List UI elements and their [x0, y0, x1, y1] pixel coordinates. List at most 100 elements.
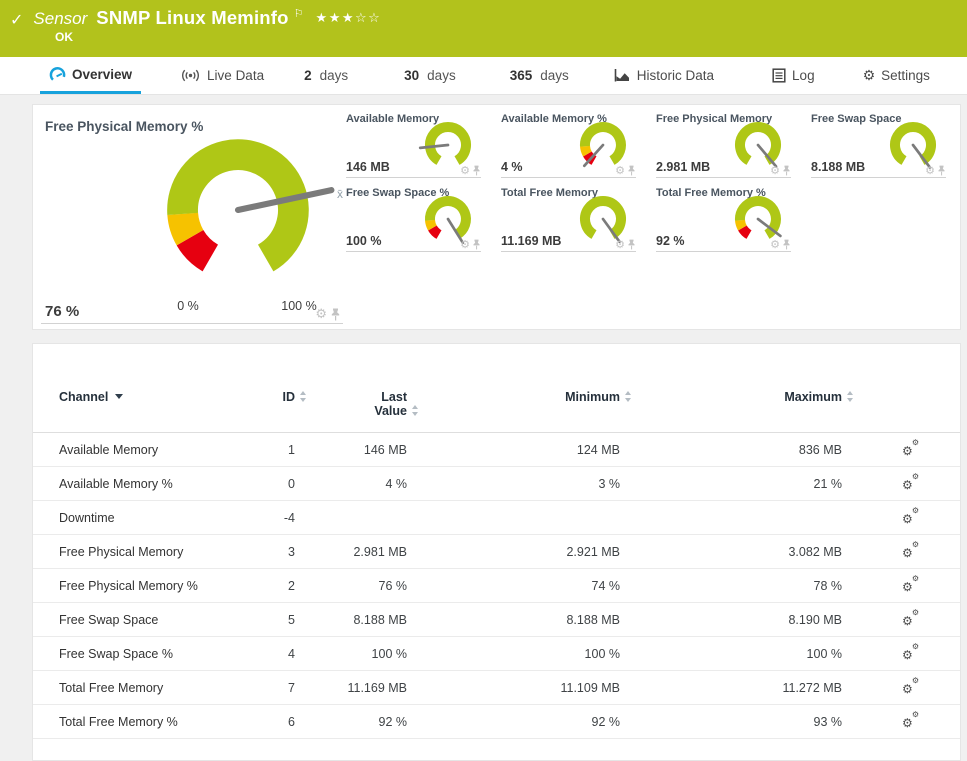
channel-name: Available Memory	[59, 442, 159, 457]
pin-icon[interactable]	[472, 165, 481, 176]
channel-settings-icon[interactable]: ⚙ ⚙	[902, 473, 920, 492]
gear-icon[interactable]: ⚙	[770, 239, 780, 250]
column-header-minimum[interactable]: Minimum	[407, 390, 631, 404]
channel-id: 3	[288, 544, 295, 559]
pin-icon[interactable]	[937, 165, 946, 176]
channel-id: 1	[288, 442, 295, 457]
gauge-scale-min: 0 %	[177, 299, 199, 313]
favorite-flag-icon[interactable]: ⚐	[294, 7, 304, 20]
minimum-value: 74 %	[591, 578, 621, 593]
pin-icon[interactable]	[627, 165, 636, 176]
channel-table-panel: Channel ID Last Value Minimum Maximum Av…	[32, 343, 961, 761]
overview-gauge-icon	[49, 66, 66, 81]
channel-settings-icon[interactable]: ⚙ ⚙	[902, 711, 920, 730]
gauge-value: 92 %	[656, 234, 685, 248]
tile-actions: ⚙	[460, 239, 481, 250]
small-gauge	[418, 120, 473, 170]
column-header-id[interactable]: ID	[237, 390, 306, 404]
sort-icon	[846, 391, 854, 402]
gauge-tile-free-physical-memory[interactable]: Free Physical Memory 2.981 MB ⚙	[656, 113, 791, 178]
main-gauge-value: 76 %	[45, 303, 80, 320]
sort-icon	[624, 391, 632, 402]
tab-settings[interactable]: ⚙ Settings	[854, 57, 939, 94]
channel-name: Free Physical Memory %	[59, 578, 198, 593]
tile-actions: ⚙	[315, 308, 341, 321]
tab-bar: Overview Live Data 2 days 30 days 365 da…	[0, 57, 967, 95]
pin-icon[interactable]	[627, 239, 636, 250]
gear-icon[interactable]: ⚙	[770, 165, 780, 176]
gauge-tile-available-memory-pct[interactable]: Available Memory % 4 % ⚙	[501, 113, 636, 178]
channel-name: Downtime	[59, 510, 115, 525]
tab-2-days[interactable]: 2 days	[295, 57, 357, 94]
channel-settings-icon[interactable]: ⚙ ⚙	[902, 439, 920, 458]
gear-icon[interactable]: ⚙	[925, 165, 935, 176]
column-label: Channel	[59, 390, 109, 404]
channel-settings-icon[interactable]: ⚙ ⚙	[902, 643, 920, 662]
gauge-value: 11.169 MB	[501, 234, 562, 248]
tab-overview[interactable]: Overview	[40, 57, 142, 94]
last-value: 11.169 MB	[347, 680, 407, 695]
pin-icon[interactable]	[472, 239, 481, 250]
small-gauge	[578, 194, 628, 244]
gauge-tile-free-swap-space-pct[interactable]: Free Swap Space % 100 % ⚙	[346, 187, 481, 252]
priority-stars[interactable]: ★★★☆☆	[316, 10, 382, 26]
sensor-header: ✓ Sensor SNMP Linux Meminfo ⚐ ★★★☆☆ OK	[0, 0, 967, 57]
channel-settings-icon[interactable]: ⚙ ⚙	[902, 575, 920, 594]
maximum-value: 8.190 MB	[788, 612, 842, 627]
gear-icon[interactable]: ⚙	[615, 165, 625, 176]
main-gauge-tile[interactable]: Free Physical Memory % x̄ 0 % 100 % 76 %…	[41, 111, 343, 324]
channel-settings-icon[interactable]: ⚙ ⚙	[902, 507, 920, 526]
tab-365-days[interactable]: 365 days	[501, 57, 578, 94]
maximum-value: 21 %	[813, 476, 843, 491]
gear-icon[interactable]: ⚙	[460, 165, 470, 176]
pin-icon[interactable]	[782, 165, 791, 176]
tab-30-days[interactable]: 30 days	[395, 57, 465, 94]
minimum-value: 11.109 MB	[560, 680, 620, 695]
sensor-name: SNMP Linux Meminfo	[96, 7, 289, 28]
small-gauge	[888, 120, 938, 170]
maximum-value: 11.272 MB	[782, 680, 842, 695]
tab-label: Log	[792, 68, 815, 83]
gear-icon[interactable]: ⚙	[460, 239, 470, 250]
gauge-tile-free-swap-space[interactable]: Free Swap Space 8.188 MB ⚙	[811, 113, 946, 178]
column-header-last-value[interactable]: Last Value	[295, 390, 418, 418]
channel-settings-icon[interactable]: ⚙ ⚙	[902, 609, 920, 628]
gauge-tile-available-memory[interactable]: Available Memory 146 MB ⚙	[346, 113, 481, 178]
channel-name: Total Free Memory %	[59, 714, 178, 729]
small-gauge	[578, 120, 628, 170]
column-header-channel[interactable]: Channel	[59, 390, 237, 404]
tab-label-number: 30	[404, 68, 420, 83]
tab-label: Overview	[72, 66, 133, 82]
gauge-value: 2.981 MB	[656, 160, 711, 174]
minimum-value: 124 MB	[576, 442, 620, 457]
gauge-tile-total-free-memory[interactable]: Total Free Memory 11.169 MB ⚙	[501, 187, 636, 252]
channel-id: 6	[288, 714, 295, 729]
last-value: 76 %	[378, 578, 408, 593]
stars-filled[interactable]: ★★★	[316, 10, 355, 25]
minimum-value: 92 %	[591, 714, 621, 729]
tab-log[interactable]: Log	[763, 57, 824, 94]
stars-empty[interactable]: ☆☆	[355, 10, 381, 25]
table-row: Downtime -4 ⚙ ⚙	[33, 501, 960, 535]
gauge-tile-total-free-memory-pct[interactable]: Total Free Memory % 92 % ⚙	[656, 187, 791, 252]
sort-icon	[411, 405, 419, 416]
column-label: Maximum	[784, 390, 842, 404]
column-label: Last Value	[374, 390, 407, 418]
gear-icon[interactable]: ⚙	[315, 308, 327, 321]
pin-icon[interactable]	[782, 239, 791, 250]
tab-live-data[interactable]: Live Data	[171, 57, 273, 94]
pin-icon[interactable]	[330, 308, 341, 321]
tab-label-number: 365	[509, 68, 533, 83]
gear-icon[interactable]: ⚙	[615, 239, 625, 250]
column-header-maximum[interactable]: Maximum	[620, 390, 853, 404]
maximum-value: 100 %	[806, 646, 842, 661]
channel-settings-icon[interactable]: ⚙ ⚙	[902, 677, 920, 696]
channel-id: 5	[288, 612, 295, 627]
channel-name: Free Physical Memory	[59, 544, 184, 559]
last-value: 4 %	[385, 476, 407, 491]
small-gauges-grid: Available Memory 146 MB ⚙ Available Memo…	[346, 113, 946, 252]
small-gauge	[733, 120, 783, 170]
tab-historic-data[interactable]: Historic Data	[604, 57, 723, 94]
channel-settings-icon[interactable]: ⚙ ⚙	[902, 541, 920, 560]
tab-label: Settings	[881, 68, 930, 83]
